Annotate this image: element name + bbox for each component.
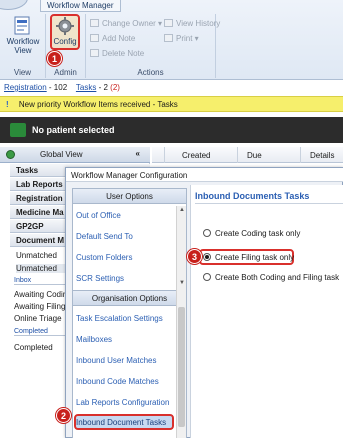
scrollbar-thumb[interactable] (178, 307, 185, 427)
column-header-details[interactable]: Details (310, 151, 334, 160)
ribbon-group-actions: Change Owner ▾ Add Note Delete Note View… (86, 14, 220, 78)
org-options-scrollbar[interactable] (176, 289, 186, 438)
workflow-counts-bar: Registration - 102 Tasks - 2 (2) (0, 81, 343, 95)
user-options-scrollbar[interactable]: ▲ ▼ (176, 206, 186, 290)
workflow-config-dialog: Workflow Manager Configuration User Opti… (56, 167, 343, 438)
registration-count: - 102 (48, 83, 68, 92)
ribbon-group-view: Workflow View View (0, 14, 46, 78)
app-orb-button[interactable] (0, 0, 28, 10)
add-note-icon (90, 34, 99, 42)
column-header-created[interactable]: Created (182, 151, 210, 160)
panel-title: Inbound Documents Tasks (195, 191, 310, 201)
user-options-header[interactable]: User Options (73, 189, 186, 204)
print-label: Print (176, 34, 193, 43)
workflow-view-button[interactable]: Workflow View (6, 16, 40, 64)
radio-create-filing-task-only[interactable]: Create Filing task only (203, 253, 294, 262)
option-inbound-code-matches[interactable]: Inbound Code Matches (76, 377, 159, 386)
delete-note-icon (90, 49, 99, 57)
patient-banner: No patient selected (0, 117, 343, 143)
callout-3: 3 (187, 249, 202, 264)
globe-icon (6, 150, 15, 159)
tasks-link[interactable]: Tasks (76, 83, 96, 92)
patient-icon (10, 123, 26, 137)
chevron-down-icon: ▾ (155, 19, 163, 28)
radio-create-coding-task-only[interactable]: Create Coding task only (203, 229, 300, 238)
change-owner-button[interactable]: Change Owner ▾ (90, 18, 162, 30)
collapse-icon[interactable]: « (136, 149, 140, 158)
option-out-of-office[interactable]: Out of Office (76, 211, 121, 220)
workflow-view-label: Workflow View (6, 37, 40, 55)
global-view-header[interactable]: Global View « (0, 147, 150, 163)
alert-icon: ! (6, 100, 9, 109)
options-list: User Options Out of Office Default Send … (72, 188, 187, 438)
option-task-escalation-settings[interactable]: Task Escalation Settings (76, 314, 163, 323)
view-history-label: View History (176, 19, 221, 28)
callout-1: 1 (47, 51, 62, 66)
option-inbound-user-matches[interactable]: Inbound User Matches (76, 356, 157, 365)
dialog-title: Workflow Manager Configuration (66, 168, 343, 182)
option-lab-reports-configuration[interactable]: Lab Reports Configuration (76, 398, 169, 407)
config-label: Config (53, 37, 77, 46)
chevron-down-icon: ▾ (192, 34, 199, 43)
inbox-section-label: Inbox (14, 277, 68, 285)
inbound-documents-panel: Inbound Documents Tasks Create Coding ta… (190, 185, 343, 438)
folder-online-triage[interactable]: Online Triage (14, 314, 62, 323)
delete-note-label: Delete Note (102, 49, 145, 58)
delete-note-button[interactable]: Delete Note (90, 48, 144, 60)
add-note-button[interactable]: Add Note (90, 33, 135, 45)
tasks-count: - 2 (98, 83, 108, 92)
tab-workflow-manager[interactable]: Workflow Manager (40, 0, 121, 12)
radio-label-coding: Create Coding task only (215, 229, 301, 238)
change-owner-label: Change Owner (102, 19, 156, 28)
group-label-admin: Admin (54, 68, 77, 77)
folder-unmatched-1[interactable]: Unmatched (16, 251, 57, 260)
radio-unchecked-icon[interactable] (203, 273, 211, 281)
column-divider (164, 147, 165, 163)
priority-notice-text: New priority Workflow Items received - T… (18, 100, 178, 109)
add-note-label: Add Note (102, 34, 136, 43)
option-custom-folders[interactable]: Custom Folders (76, 253, 132, 262)
grid-header: Created Due Details (152, 147, 343, 163)
column-divider (237, 147, 238, 163)
radio-checked-icon[interactable] (203, 253, 211, 261)
radio-label-filing: Create Filing task only (215, 253, 295, 262)
patient-banner-text: No patient selected (32, 125, 115, 135)
folder-unmatched-2[interactable]: Unmatched (16, 264, 66, 273)
group-label-actions: Actions (137, 68, 164, 77)
option-default-send-to[interactable]: Default Send To (76, 232, 133, 241)
radio-unchecked-icon[interactable] (203, 229, 211, 237)
organisation-options-header[interactable]: Organisation Options (73, 290, 186, 306)
option-scr-settings[interactable]: SCR Settings (76, 274, 124, 283)
print-icon (164, 34, 173, 42)
gear-icon (56, 17, 74, 35)
view-history-button[interactable]: View History (164, 18, 220, 30)
panel-divider (195, 203, 343, 204)
completed-section-label: Completed (14, 328, 68, 336)
folder-awaiting-filing[interactable]: Awaiting Filing (14, 302, 65, 311)
radio-label-both: Create Both Coding and Filing task (215, 273, 340, 282)
ribbon: Workflow Manager Workflow View View Admi… (0, 0, 343, 80)
tasks-priority-count: (2) (110, 83, 120, 92)
callout-2: 2 (56, 408, 71, 423)
column-header-due[interactable]: Due (247, 151, 262, 160)
global-view-label: Global View (40, 150, 83, 159)
workflow-view-icon (14, 16, 30, 35)
group-label-view: View (13, 68, 32, 77)
view-history-icon (164, 19, 173, 27)
scroll-down-icon[interactable]: ▼ (179, 280, 185, 286)
change-owner-icon (90, 19, 99, 27)
column-divider (300, 147, 301, 163)
radio-create-both-tasks[interactable]: Create Both Coding and Filing task (203, 273, 339, 282)
priority-notice-bar[interactable]: ! New priority Workflow Items received -… (0, 96, 343, 112)
inbound-document-tasks-highlight-box (74, 414, 174, 430)
option-mailboxes[interactable]: Mailboxes (76, 335, 112, 344)
folder-completed[interactable]: Completed (14, 343, 53, 352)
scroll-up-icon[interactable]: ▲ (179, 207, 185, 213)
registration-link[interactable]: Registration (4, 83, 47, 92)
print-button[interactable]: Print ▾ (164, 33, 199, 45)
folder-awaiting-coding[interactable]: Awaiting Codin (14, 290, 67, 299)
